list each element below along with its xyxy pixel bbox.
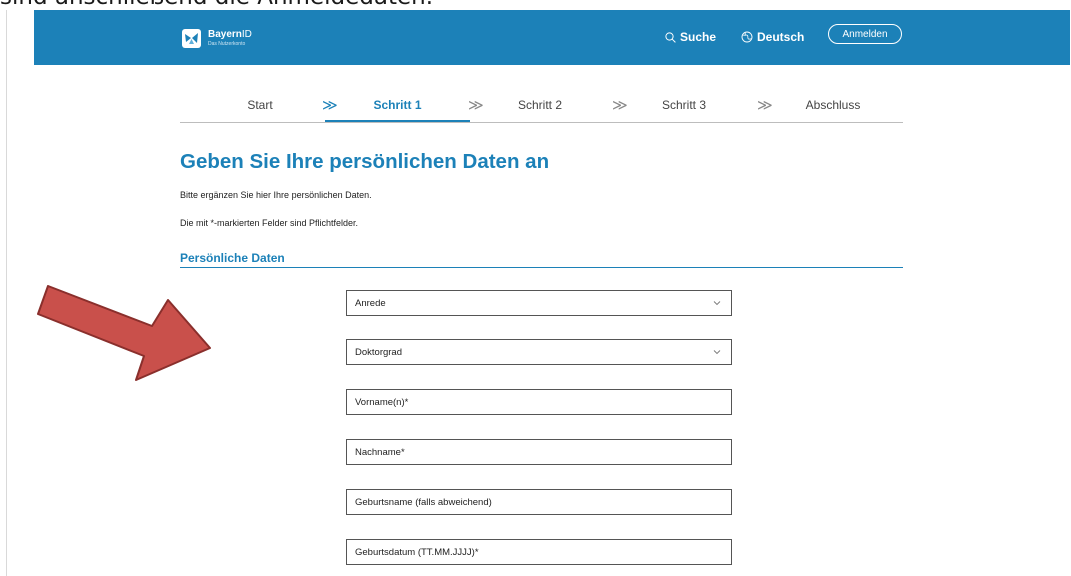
step-abschluss: Abschluss [805, 98, 861, 112]
step-separator-icon: ≫ [612, 97, 628, 114]
search-label: Suche [680, 30, 717, 44]
step-schritt-1: Schritt 1 [325, 88, 470, 122]
chevron-down-icon [713, 350, 721, 355]
step-schritt-2: Schritt 2 [517, 98, 562, 112]
search-link[interactable]: Suche [665, 28, 716, 46]
last-name-placeholder: Nachname* [355, 446, 405, 458]
doctoral-degree-placeholder: Doktorgrad [355, 346, 402, 358]
first-name-input[interactable]: Vorname(n)* [346, 389, 732, 415]
cut-off-caption: sind anschließend die Anmeldedaten. [0, 0, 433, 10]
bayernid-logo-icon [182, 28, 201, 48]
logo-subtitle: Das Nutzerkonto [208, 40, 246, 47]
step-separator-icon: ≫ [757, 97, 773, 114]
birth-name-placeholder: Geburtsname (falls abweichend) [355, 496, 492, 508]
logo-name: BayernID [208, 28, 252, 40]
step-schritt-3: Schritt 3 [661, 98, 706, 112]
salutation-placeholder: Anrede [355, 297, 386, 309]
search-icon [665, 31, 676, 43]
chevron-down-icon [713, 301, 721, 306]
last-name-input[interactable]: Nachname* [346, 439, 732, 465]
birth-date-input[interactable]: Geburtsdatum (TT.MM.JJJJ)* [346, 539, 732, 565]
salutation-select[interactable]: Anrede [346, 290, 732, 316]
step-start: Start [247, 98, 273, 112]
language-switcher[interactable]: Deutsch [741, 28, 804, 46]
step-separator-icon: ≫ [468, 97, 484, 114]
login-button[interactable]: Anmelden [828, 24, 902, 44]
globe-icon [741, 31, 753, 43]
bayernid-logo[interactable]: BayernID Das Nutzerkonto [182, 26, 282, 50]
section-title-personal-data: Persönliche Daten [180, 251, 903, 268]
annotation-arrow-icon [37, 285, 211, 381]
required-fields-note: Die mit *-markierten Felder sind Pflicht… [180, 218, 359, 228]
page-title: Geben Sie Ihre persönlichen Daten an [180, 150, 550, 173]
intro-text: Bitte ergänzen Sie hier Ihre persönliche… [180, 190, 372, 200]
birth-name-input[interactable]: Geburtsname (falls abweichend) [346, 489, 732, 515]
language-label: Deutsch [757, 30, 805, 44]
birth-date-placeholder: Geburtsdatum (TT.MM.JJJJ)* [355, 546, 479, 558]
progress-stepper: Start ≫ Schritt 1 ≫ Schritt 2 ≫ Schritt … [180, 88, 903, 123]
first-name-placeholder: Vorname(n)* [355, 396, 409, 408]
doctoral-degree-select[interactable]: Doktorgrad [346, 339, 732, 365]
